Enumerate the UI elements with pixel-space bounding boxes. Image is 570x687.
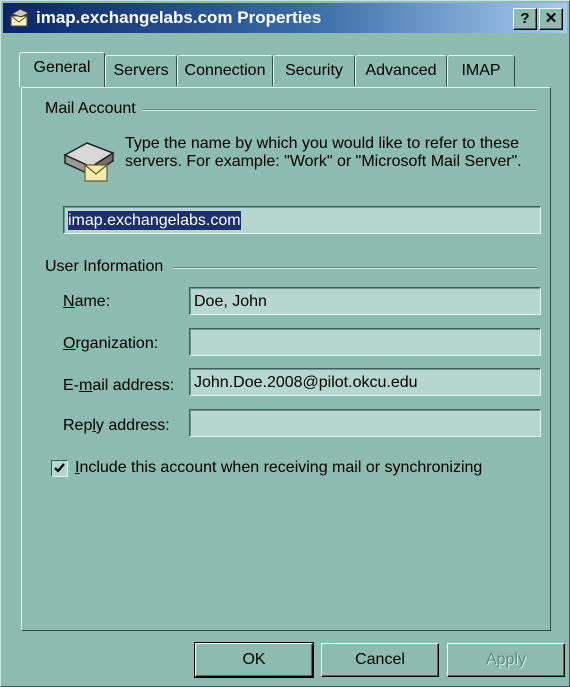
- include-account-label-rest: nclude this account when receiving mail …: [79, 459, 483, 476]
- mail-account-description: Type the name by which you would like to…: [125, 135, 522, 170]
- user-information-divider: [173, 267, 537, 269]
- email-address-field[interactable]: John.Doe.2008@pilot.okcu.edu: [189, 368, 541, 396]
- tab-imap[interactable]: IMAP: [447, 55, 515, 86]
- reply-address-label: Reply address:: [63, 417, 170, 434]
- mail-server-icon: [63, 142, 115, 182]
- close-button[interactable]: ✕: [539, 8, 563, 30]
- reply-address-field[interactable]: [189, 409, 541, 437]
- window-title: imap.exchangelabs.com Properties: [36, 8, 322, 27]
- properties-dialog: imap.exchangelabs.com Properties ? ✕ Gen…: [0, 0, 570, 687]
- account-name-value: imap.exchangelabs.com: [68, 211, 241, 230]
- email-address-label: E-mail address:: [63, 377, 175, 394]
- name-label: Name:: [63, 293, 111, 310]
- tab-security[interactable]: Security: [273, 55, 355, 86]
- mail-account-group-label: Mail Account: [45, 100, 142, 118]
- tab-advanced[interactable]: Advanced: [355, 55, 447, 86]
- user-information-group-label: User Information: [45, 258, 170, 276]
- ok-button[interactable]: OK: [194, 642, 314, 678]
- mail-account-divider: [141, 109, 537, 111]
- checkmark-icon: [54, 463, 65, 473]
- account-name-input[interactable]: imap.exchangelabs.com: [63, 206, 541, 234]
- mail-account-icon: [10, 8, 31, 27]
- include-account-label[interactable]: Include this account when receiving mail…: [75, 459, 482, 477]
- include-account-checkbox[interactable]: [51, 460, 68, 477]
- name-field[interactable]: Doe, John: [189, 287, 541, 315]
- tab-servers[interactable]: Servers: [105, 55, 177, 86]
- organization-field[interactable]: [189, 328, 541, 356]
- apply-button[interactable]: Apply: [447, 643, 565, 677]
- cancel-button[interactable]: Cancel: [321, 643, 439, 677]
- organization-label: Organization:: [63, 335, 159, 352]
- title-bar[interactable]: imap.exchangelabs.com Properties ? ✕: [3, 3, 567, 33]
- tab-general[interactable]: General: [19, 52, 105, 87]
- help-button[interactable]: ?: [513, 8, 537, 30]
- tab-connection[interactable]: Connection: [177, 55, 273, 86]
